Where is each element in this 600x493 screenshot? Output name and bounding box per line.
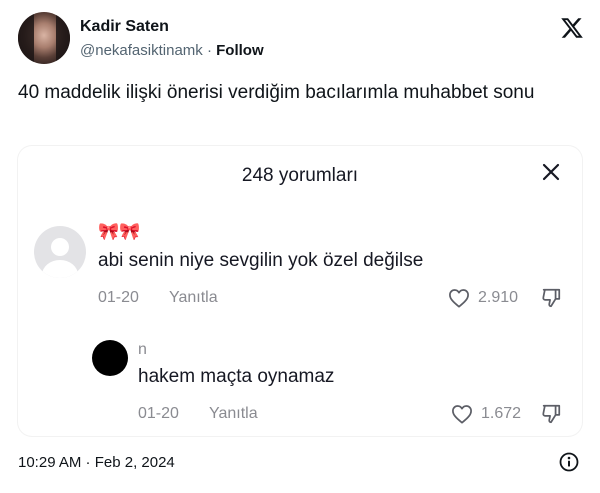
author-avatar[interactable] xyxy=(18,12,70,64)
author-handle-row: @nekafasiktinamk · Follow xyxy=(80,42,264,59)
like-count: 2.910 xyxy=(478,289,519,306)
heart-icon[interactable] xyxy=(448,288,470,308)
tweet-header: Kadir Saten @nekafasiktinamk · Follow xyxy=(18,12,588,66)
heart-icon[interactable] xyxy=(451,404,473,424)
reply-username[interactable]: n xyxy=(138,341,147,359)
comment-username[interactable]: 🎀🎀 xyxy=(98,222,140,242)
tweet-timestamp[interactable]: 10:29 AM · Feb 2, 2024 xyxy=(18,454,175,471)
tweet-media-comments-screenshot[interactable]: 248 yorumları 🎀🎀 abi senin niye sevgilin… xyxy=(18,146,582,436)
info-icon[interactable] xyxy=(559,452,579,472)
author-handle[interactable]: @nekafasiktinamk xyxy=(80,42,203,59)
thumbs-down-icon[interactable] xyxy=(540,403,562,425)
reply-text: hakem maçta oynamaz xyxy=(138,366,335,387)
close-icon[interactable] xyxy=(541,162,561,182)
comment-text: abi senin niye sevgilin yok özel değilse xyxy=(98,250,424,271)
x-logo-icon[interactable] xyxy=(560,16,584,40)
like-count: 1.672 xyxy=(481,405,522,422)
tweet-text: 40 maddelik ilişki önerisi verdiğim bacı… xyxy=(18,82,535,103)
separator: · xyxy=(206,42,212,59)
author-display-name[interactable]: Kadir Saten xyxy=(80,18,169,36)
comments-title: 248 yorumları xyxy=(241,165,359,186)
reply-button[interactable]: Yanıtla xyxy=(209,405,258,423)
comment-avatar[interactable] xyxy=(34,226,86,278)
thumbs-down-icon[interactable] xyxy=(540,287,562,309)
reply-button[interactable]: Yanıtla xyxy=(169,289,218,307)
reply-avatar[interactable] xyxy=(92,340,128,376)
comment-date: 01-20 xyxy=(98,289,139,306)
reply-date: 01-20 xyxy=(138,405,179,422)
follow-button[interactable]: Follow xyxy=(216,42,264,59)
